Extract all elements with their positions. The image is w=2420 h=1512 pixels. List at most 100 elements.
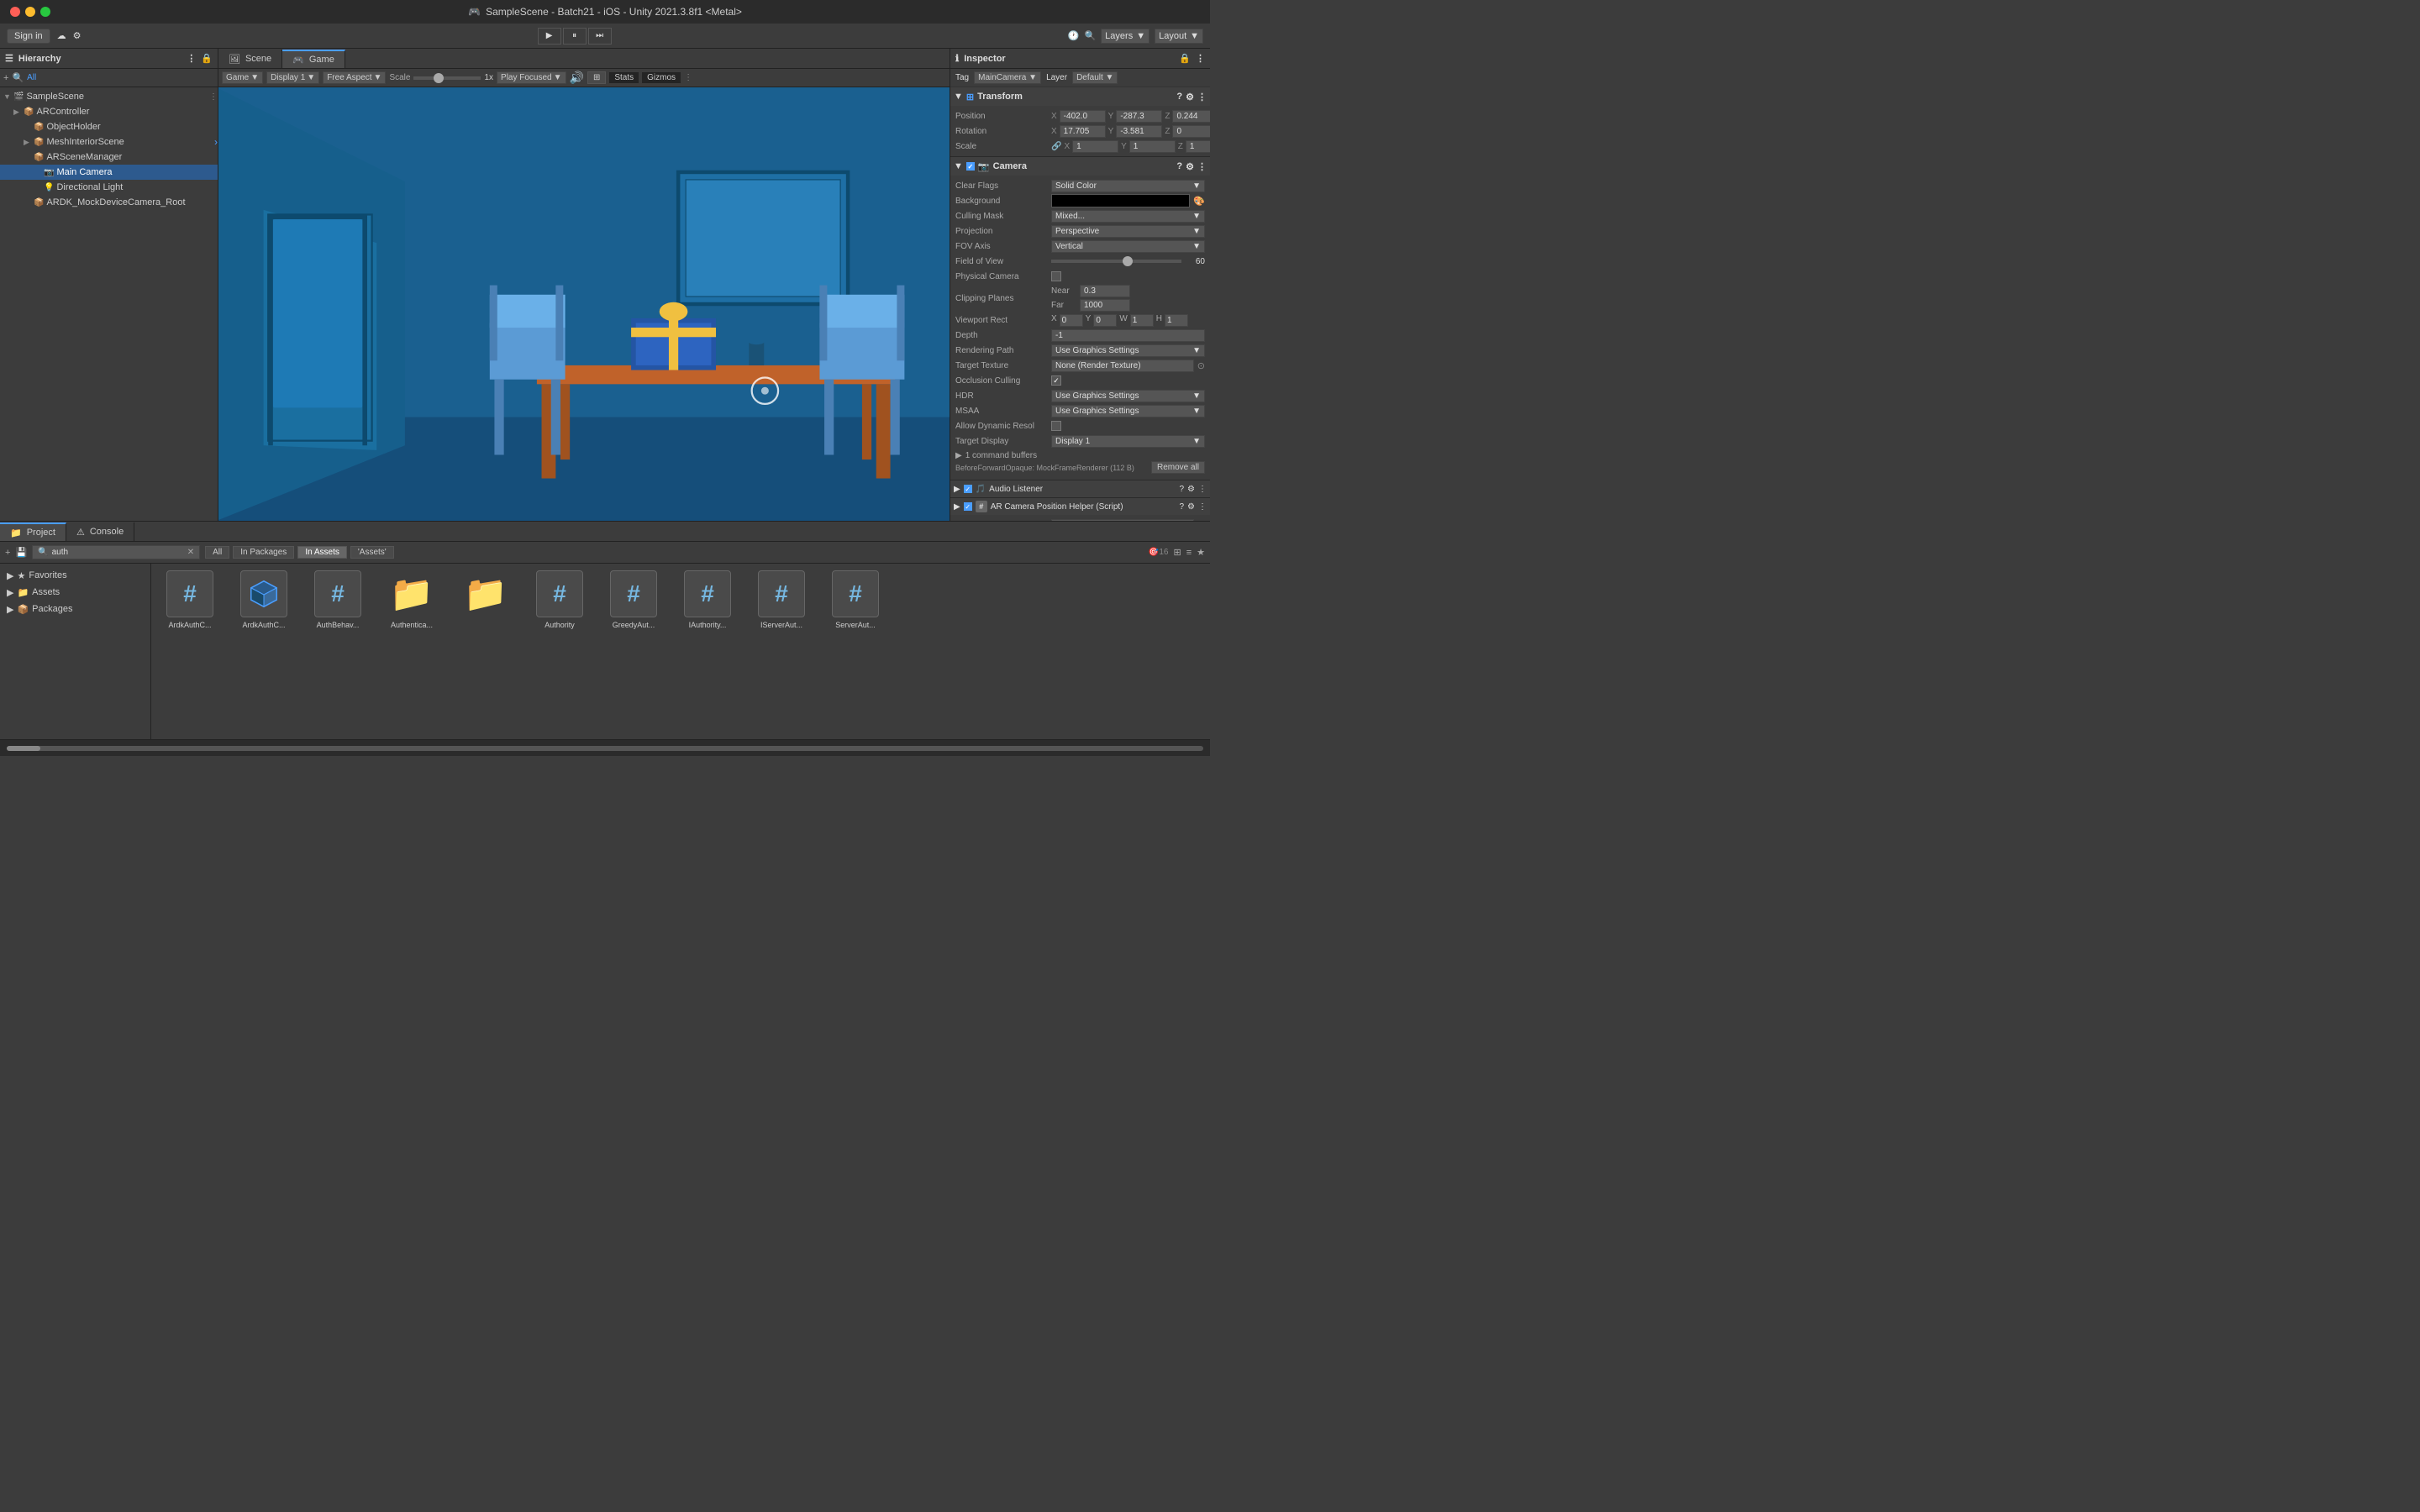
inspector-menu[interactable]: ⋮: [1196, 53, 1205, 64]
far-input[interactable]: [1080, 299, 1130, 312]
asset-authbehav[interactable]: # AuthBehav...: [306, 570, 370, 629]
asset-authority2[interactable]: 📁: [454, 570, 518, 629]
layer-dropdown[interactable]: Default ▼: [1072, 71, 1118, 84]
help-icon[interactable]: ?: [1176, 92, 1182, 102]
more-icon[interactable]: ⋮: [1197, 161, 1207, 172]
save-icon[interactable]: 💾: [15, 547, 27, 558]
depth-input[interactable]: [1051, 329, 1205, 342]
filter-all[interactable]: All: [205, 546, 229, 559]
scene-tab[interactable]: 🖼 Scene: [218, 50, 282, 68]
culling-mask-dropdown[interactable]: Mixed... ▼: [1051, 210, 1205, 223]
display-dd[interactable]: Display 1 ▼: [266, 71, 319, 84]
camera-header[interactable]: ▼ ✓ 📷 Camera ? ⚙ ⋮: [950, 157, 1210, 176]
sign-in-button[interactable]: Sign in: [7, 29, 50, 44]
sidebar-assets[interactable]: ▶ 📁 Assets: [0, 584, 150, 601]
occlusion-checkbox[interactable]: [1051, 375, 1061, 386]
asset-ardkauth2[interactable]: ArdkAuthC...: [232, 570, 296, 629]
msaa-dropdown[interactable]: Use Graphics Settings ▼: [1051, 405, 1205, 417]
settings-icon[interactable]: ⚙: [1186, 92, 1194, 102]
ar-camera-pos-header[interactable]: ▶ ✓ # AR Camera Position Helper (Script)…: [950, 498, 1210, 515]
maximize-button[interactable]: [40, 7, 50, 17]
target-texture-input[interactable]: [1051, 360, 1194, 372]
sidebar-favorites[interactable]: ▶ ★ Favorites: [0, 567, 150, 584]
cmd-buffers-header[interactable]: ▶ 1 command buffers: [955, 451, 1205, 460]
target-texture-icon[interactable]: ⊙: [1197, 360, 1205, 371]
scale-y[interactable]: [1129, 140, 1176, 153]
hierarchy-item-samplescene[interactable]: ▼ 🎬 SampleScene ⋮: [0, 89, 218, 104]
audio-listener-toggle[interactable]: ✓: [964, 485, 972, 493]
hierarchy-item-arcontroller[interactable]: ▶ 📦 ARController: [0, 104, 218, 119]
hierarchy-item-ardk[interactable]: 📦 ARDK_MockDeviceCamera_Root: [0, 195, 218, 210]
star-icon[interactable]: ★: [1197, 547, 1205, 558]
near-input[interactable]: [1080, 285, 1130, 297]
vp-x[interactable]: [1060, 314, 1083, 327]
asset-iauthority[interactable]: # IAuthority...: [676, 570, 739, 629]
transform-header[interactable]: ▼ ⊞ Transform ? ⚙ ⋮: [950, 87, 1210, 106]
more-icon[interactable]: ⋮: [1198, 502, 1207, 512]
hierarchy-item-objectholder[interactable]: 📦 ObjectHolder: [0, 119, 218, 134]
sidebar-packages[interactable]: ▶ 📦 Packages: [0, 601, 150, 617]
list-icon[interactable]: ≡: [1186, 548, 1192, 558]
asset-serveraut[interactable]: # ServerAut...: [823, 570, 887, 629]
asset-authority[interactable]: # Authority: [528, 570, 592, 629]
pause-button[interactable]: ⏸: [563, 28, 587, 45]
step-button[interactable]: ⏭: [588, 28, 612, 45]
rot-x[interactable]: [1060, 125, 1106, 138]
hierarchy-item-maincamera[interactable]: 📷 Main Camera: [0, 165, 218, 180]
scroll-bar[interactable]: [7, 746, 1203, 751]
projection-dropdown[interactable]: Perspective ▼: [1051, 225, 1205, 238]
hdr-dropdown[interactable]: Use Graphics Settings ▼: [1051, 390, 1205, 402]
filter-packages[interactable]: In Packages: [233, 546, 294, 559]
rot-y[interactable]: [1116, 125, 1162, 138]
color-picker-icon[interactable]: 🎨: [1193, 196, 1205, 207]
scale-slider[interactable]: [413, 76, 481, 80]
add-icon[interactable]: +: [5, 548, 10, 558]
vp-h[interactable]: [1165, 314, 1188, 327]
clear-icon[interactable]: ✕: [187, 548, 194, 557]
add-icon[interactable]: +: [3, 73, 8, 83]
more-icon[interactable]: ⋮: [1197, 92, 1207, 102]
settings-icon[interactable]: ⚙: [1186, 161, 1194, 172]
clear-flags-dropdown[interactable]: Solid Color ▼: [1051, 180, 1205, 192]
vp-y[interactable]: [1093, 314, 1117, 327]
target-display-dropdown[interactable]: Display 1 ▼: [1051, 435, 1205, 448]
filter-assets[interactable]: In Assets: [297, 546, 347, 559]
asset-ardkauth1[interactable]: # ArdkAuthC...: [158, 570, 222, 629]
hierarchy-item-meshinterior[interactable]: ▶ 📦 MeshInteriorScene ›: [0, 134, 218, 150]
help-icon[interactable]: ?: [1179, 485, 1184, 494]
rot-z[interactable]: [1172, 125, 1210, 138]
layout-dropdown[interactable]: Layout ▼: [1155, 29, 1203, 44]
remove-all-button[interactable]: Remove all: [1151, 461, 1205, 474]
add-btn[interactable]: ⋮: [209, 92, 218, 102]
hierarchy-menu-icon[interactable]: ⋮: [187, 53, 196, 64]
console-tab[interactable]: ⚠ Console: [66, 522, 134, 541]
hierarchy-item-directionallight[interactable]: 💡 Directional Light: [0, 180, 218, 195]
camera-enabled-toggle[interactable]: ✓: [966, 162, 975, 171]
asset-iserveraut[interactable]: # IServerAut...: [750, 570, 813, 629]
pos-y[interactable]: [1116, 110, 1162, 123]
pos-z[interactable]: [1172, 110, 1210, 123]
game-tab[interactable]: 🎮 Game: [282, 50, 345, 68]
background-swatch[interactable]: [1051, 194, 1190, 207]
stats-button[interactable]: Stats: [609, 72, 639, 83]
tag-dropdown[interactable]: MainCamera ▼: [974, 71, 1041, 84]
settings-icon[interactable]: ⚙: [1187, 502, 1195, 512]
audio-icon[interactable]: 🔊: [570, 71, 584, 85]
allow-dynamic-checkbox[interactable]: [1051, 421, 1061, 431]
help-icon[interactable]: ?: [1179, 502, 1184, 512]
gizmos-button[interactable]: Gizmos: [642, 72, 681, 83]
settings-icon[interactable]: ⚙: [1187, 485, 1195, 494]
all-filter[interactable]: All: [27, 73, 36, 82]
ar-camera-pos-toggle[interactable]: ✓: [964, 502, 972, 511]
physical-camera-checkbox[interactable]: [1051, 271, 1061, 281]
help-icon[interactable]: ?: [1176, 161, 1182, 171]
hierarchy-search[interactable]: 🔍: [12, 72, 24, 83]
fov-axis-dropdown[interactable]: Vertical ▼: [1051, 240, 1205, 253]
asset-greedyaut[interactable]: # GreedyAut...: [602, 570, 666, 629]
hierarchy-item-arscenemanager[interactable]: 📦 ARSceneManager: [0, 150, 218, 165]
display-grid-btn[interactable]: ⊞: [587, 71, 606, 84]
close-button[interactable]: [10, 7, 20, 17]
game-label-dd[interactable]: Game ▼: [222, 71, 263, 84]
fov-slider[interactable]: 60: [1051, 257, 1205, 266]
rendering-path-dropdown[interactable]: Use Graphics Settings ▼: [1051, 344, 1205, 357]
